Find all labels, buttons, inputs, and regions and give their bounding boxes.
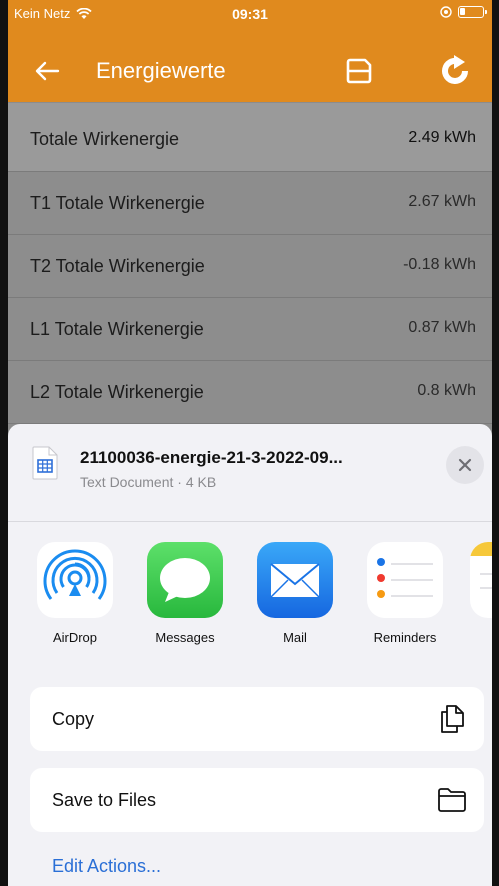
- share-file-meta: Text Document · 4 KB: [80, 474, 217, 490]
- share-app-name: AirDrop: [52, 630, 98, 645]
- share-app-messages[interactable]: Messages: [140, 542, 230, 645]
- page-title: Energiewerte: [96, 58, 226, 83]
- action-label: Save to Files: [52, 790, 157, 810]
- copy-icon: [441, 705, 464, 733]
- folder-icon: [438, 788, 466, 812]
- reading-row[interactable]: L1 Totale Wirkenergie 0.87 kWh: [8, 298, 492, 361]
- share-app-name: Mail: [283, 630, 307, 645]
- reading-label: Totale Wirkenergie: [30, 129, 180, 149]
- share-sheet: 21100036-energie-21-3-2022-09... Text Do…: [8, 424, 492, 886]
- share-app-reminders[interactable]: Reminders: [360, 542, 450, 645]
- share-app-mail[interactable]: Mail: [250, 542, 340, 645]
- reading-value: 0.8 kWh: [417, 382, 476, 399]
- copy-action[interactable]: Copy: [30, 687, 484, 751]
- messages-icon: [147, 542, 223, 618]
- back-arrow-icon[interactable]: [32, 56, 62, 86]
- reading-label: T2 Totale Wirkenergie: [30, 256, 205, 276]
- save-to-files-action[interactable]: Save to Files: [30, 768, 484, 832]
- notes-icon: [470, 542, 492, 618]
- reading-value: 2.49 kWh: [408, 129, 476, 146]
- save-icon[interactable]: [344, 56, 374, 86]
- reading-label: L1 Totale Wirkenergie: [30, 319, 204, 339]
- reading-row[interactable]: Totale Wirkenergie 2.49 kWh: [8, 103, 492, 172]
- reminders-icon: [367, 542, 443, 618]
- reading-label: L2 Totale Wirkenergie: [30, 382, 204, 402]
- nav-bar: Energiewerte: [8, 40, 492, 102]
- reading-label: T1 Totale Wirkenergie: [30, 193, 205, 213]
- share-file-name: 21100036-energie-21-3-2022-09...: [80, 448, 343, 467]
- reading-value: -0.18 kWh: [403, 256, 476, 273]
- edit-actions-link[interactable]: Edit Actions...: [52, 856, 161, 877]
- document-icon: [32, 446, 58, 480]
- reading-value: 0.87 kWh: [408, 319, 476, 336]
- orientation-lock-icon: [440, 6, 452, 18]
- app-frame: Kein Netz 09:31 Energiewerte Totale Wirk…: [8, 0, 492, 886]
- share-app-airdrop[interactable]: AirDrop: [30, 542, 120, 645]
- share-file-header: 21100036-energie-21-3-2022-09... Text Do…: [8, 424, 492, 522]
- share-app-name: Messages: [155, 630, 215, 645]
- share-apps-row: AirDrop Messages Mail Reminders: [8, 542, 492, 662]
- close-button[interactable]: [446, 446, 484, 484]
- battery-icon: [458, 6, 487, 18]
- reading-row[interactable]: T1 Totale Wirkenergie 2.67 kWh: [8, 172, 492, 235]
- action-label: Copy: [52, 709, 95, 729]
- status-bar: Kein Netz 09:31: [8, 0, 492, 40]
- mail-icon: [257, 542, 333, 618]
- share-app-name: Reminders: [373, 630, 437, 645]
- status-time: 09:31: [232, 6, 268, 22]
- share-app-notes[interactable]: [470, 542, 492, 618]
- reading-row[interactable]: T2 Totale Wirkenergie -0.18 kWh: [8, 235, 492, 298]
- refresh-icon[interactable]: [438, 54, 472, 88]
- reading-value: 2.67 kWh: [408, 193, 476, 210]
- readings-list: Totale Wirkenergie 2.49 kWh T1 Totale Wi…: [8, 103, 492, 424]
- reading-row[interactable]: L2 Totale Wirkenergie 0.8 kWh: [8, 361, 492, 424]
- airdrop-icon: [37, 542, 113, 618]
- close-icon: [458, 458, 472, 472]
